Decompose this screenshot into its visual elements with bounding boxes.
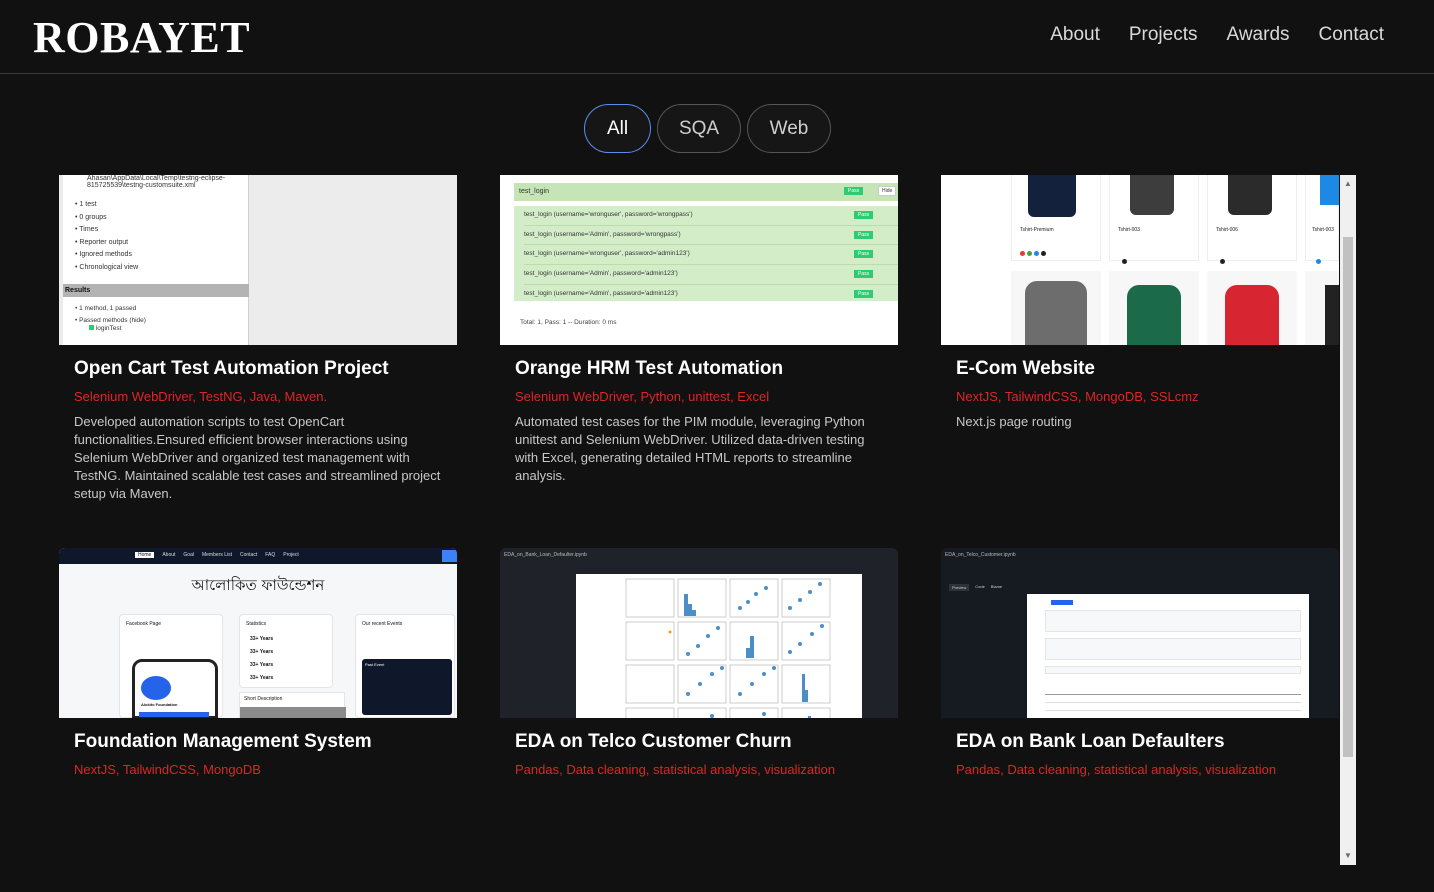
events-panel: Our recent Events Past Event xyxy=(355,614,455,718)
project-filter-group: All SQA Web xyxy=(584,104,831,153)
project-title: EDA on Bank Loan Defaulters xyxy=(956,731,1225,752)
product-card xyxy=(1207,271,1297,345)
projects-grid: Ahasan\AppData\Local\Temp\testng-eclipse… xyxy=(59,175,1356,865)
scroll-down-arrow-icon[interactable]: ▼ xyxy=(1340,849,1356,863)
color-swatches xyxy=(1020,251,1046,256)
project-card-foundation[interactable]: Home About Goal Members List Contact FAQ… xyxy=(59,548,457,777)
test-row: test_login (username='Admin', password='… xyxy=(524,265,898,285)
project-description: Automated test cases for the PIM module,… xyxy=(515,414,865,483)
filter-all-button[interactable]: All xyxy=(584,104,651,153)
project-description: Developed automation scripts to test Ope… xyxy=(74,414,441,501)
report-item: • 0 groups xyxy=(75,213,107,221)
report-item: • Chronological view xyxy=(75,263,139,271)
project-screenshot: EDA_on_Telco_Customer.ipynb Preview Code… xyxy=(941,548,1339,718)
project-card-ecom[interactable]: Tshirt-Premium Tshirt-003 Tshirt-006 Tsh… xyxy=(941,175,1339,431)
project-tech: Selenium WebDriver, Python, unittest, Ex… xyxy=(515,389,770,404)
site-header: ROBAYET About Projects Awards Contact xyxy=(0,0,1434,74)
short-description-panel: Short Description xyxy=(239,692,346,718)
foundation-heading: আলোকিত ফাউন্ডেশন xyxy=(191,576,325,594)
report-total: Total: 1, Pass: 1 -- Duration: 0 ms xyxy=(520,319,617,326)
tshirt-image xyxy=(1228,175,1272,215)
project-tech: Pandas, Data cleaning, statistical analy… xyxy=(515,762,836,777)
tshirt-image xyxy=(1127,285,1181,345)
product-card: Tshirt-006 xyxy=(1207,175,1297,264)
project-card-eda-telco[interactable]: EDA_on_Bank_Loan_Defaulter.ipynb EDA on … xyxy=(500,548,898,777)
project-tech: Selenium WebDriver, TestNG, Java, Maven. xyxy=(74,389,328,404)
scroll-up-arrow-icon[interactable]: ▲ xyxy=(1340,177,1356,191)
project-description: Next.js page routing xyxy=(956,414,1072,429)
product-name: Tshirt-006 xyxy=(1216,227,1238,233)
test-row: test_login (username='wronguser', passwo… xyxy=(524,206,898,226)
tshirt-image xyxy=(1028,175,1076,217)
notebook-path: EDA_on_Telco_Customer.ipynb xyxy=(945,552,1016,558)
product-name: Tshirt-Premium xyxy=(1020,227,1054,233)
report-item: • Times xyxy=(75,226,99,234)
tshirt-image xyxy=(1320,175,1339,205)
tshirt-image xyxy=(1130,175,1174,215)
pass-badge: Pass xyxy=(844,187,864,195)
project-card-eda-bank[interactable]: EDA_on_Telco_Customer.ipynb Preview Code… xyxy=(941,548,1339,777)
report-item: • 1 test xyxy=(75,201,97,208)
project-tech: NextJS, TailwindCSS, MongoDB, SSLcmz xyxy=(956,389,1199,404)
product-name: Tshirt-003 xyxy=(1118,227,1140,233)
tshirt-image xyxy=(1025,281,1087,345)
project-screenshot: Ahasan\AppData\Local\Temp\testng-eclipse… xyxy=(59,175,457,345)
notebook-content xyxy=(1027,594,1309,718)
notebook-path: EDA_on_Bank_Loan_Defaulter.ipynb xyxy=(504,552,587,558)
tshirt-image xyxy=(1325,285,1339,345)
project-tech: Pandas, Data cleaning, statistical analy… xyxy=(956,762,1277,777)
site-nav-bar: Home About Goal Members List Contact FAQ… xyxy=(59,548,457,564)
filter-sqa-button[interactable]: SQA xyxy=(657,104,741,153)
notebook-tabs: Preview Code Blame xyxy=(949,584,1002,591)
project-screenshot: Home About Goal Members List Contact FAQ… xyxy=(59,548,457,718)
facebook-panel: Facebook Page Alokito Foundation xyxy=(119,614,223,718)
main-nav: About Projects Awards Contact xyxy=(1050,24,1384,46)
project-card-opencart[interactable]: Ahasan\AppData\Local\Temp\testng-eclipse… xyxy=(59,175,457,503)
project-title: Foundation Management System xyxy=(74,731,372,752)
project-title: Open Cart Test Automation Project xyxy=(74,358,389,379)
nav-projects[interactable]: Projects xyxy=(1129,24,1198,46)
product-card xyxy=(1011,271,1101,345)
project-card-orangehrm[interactable]: test_login Pass Hide test_login (usernam… xyxy=(500,175,898,485)
product-card xyxy=(1109,271,1199,345)
pairplot-chart xyxy=(625,578,831,718)
statistics-panel: Statistics 33+ Years 33+ Years 33+ Years… xyxy=(239,614,333,688)
project-tech: NextJS, TailwindCSS, MongoDB xyxy=(74,762,261,777)
project-title: E-Com Website xyxy=(956,358,1096,379)
filter-web-button[interactable]: Web xyxy=(747,104,831,153)
project-title: EDA on Telco Customer Churn xyxy=(515,731,792,752)
hide-button: Hide xyxy=(878,186,897,196)
nav-about[interactable]: About xyxy=(1050,24,1100,46)
report-path: Ahasan\AppData\Local\Temp\testng-eclipse… xyxy=(87,175,226,182)
result-item: • 1 method, 1 passed xyxy=(75,305,137,312)
test-row: test_login (username='Admin', password='… xyxy=(524,226,898,246)
project-screenshot: test_login Pass Hide test_login (usernam… xyxy=(500,175,898,345)
vertical-scrollbar[interactable]: ▲ ▼ xyxy=(1340,175,1356,865)
product-card: Tshirt-003 xyxy=(1109,175,1199,264)
test-row: test_login (username='Admin', password='… xyxy=(524,285,898,304)
report-item: • Reporter output xyxy=(75,238,129,246)
nav-awards[interactable]: Awards xyxy=(1227,24,1290,46)
report-group: test_login xyxy=(519,188,549,195)
pairplot-figure xyxy=(576,574,862,718)
report-item: • Ignored methods xyxy=(75,251,132,259)
product-card: Tshirt-Premium xyxy=(1011,175,1101,261)
test-row: test_login (username='wronguser', passwo… xyxy=(524,245,898,266)
product-card xyxy=(1305,271,1339,345)
project-screenshot: Tshirt-Premium Tshirt-003 Tshirt-006 Tsh… xyxy=(941,175,1339,345)
product-name: Tshirt-003 xyxy=(1312,227,1334,233)
scrollbar-thumb[interactable] xyxy=(1343,237,1353,757)
project-title: Orange HRM Test Automation xyxy=(515,358,784,379)
site-logo[interactable]: ROBAYET xyxy=(33,12,250,63)
tshirt-image xyxy=(1225,285,1279,345)
nav-contact[interactable]: Contact xyxy=(1319,24,1384,46)
report-path: 815725539\testng-customsuite.xml xyxy=(87,182,196,189)
product-card: Tshirt-003 xyxy=(1305,175,1339,264)
project-screenshot: EDA_on_Bank_Loan_Defaulter.ipynb xyxy=(500,548,898,718)
results-header: Results xyxy=(63,284,249,297)
